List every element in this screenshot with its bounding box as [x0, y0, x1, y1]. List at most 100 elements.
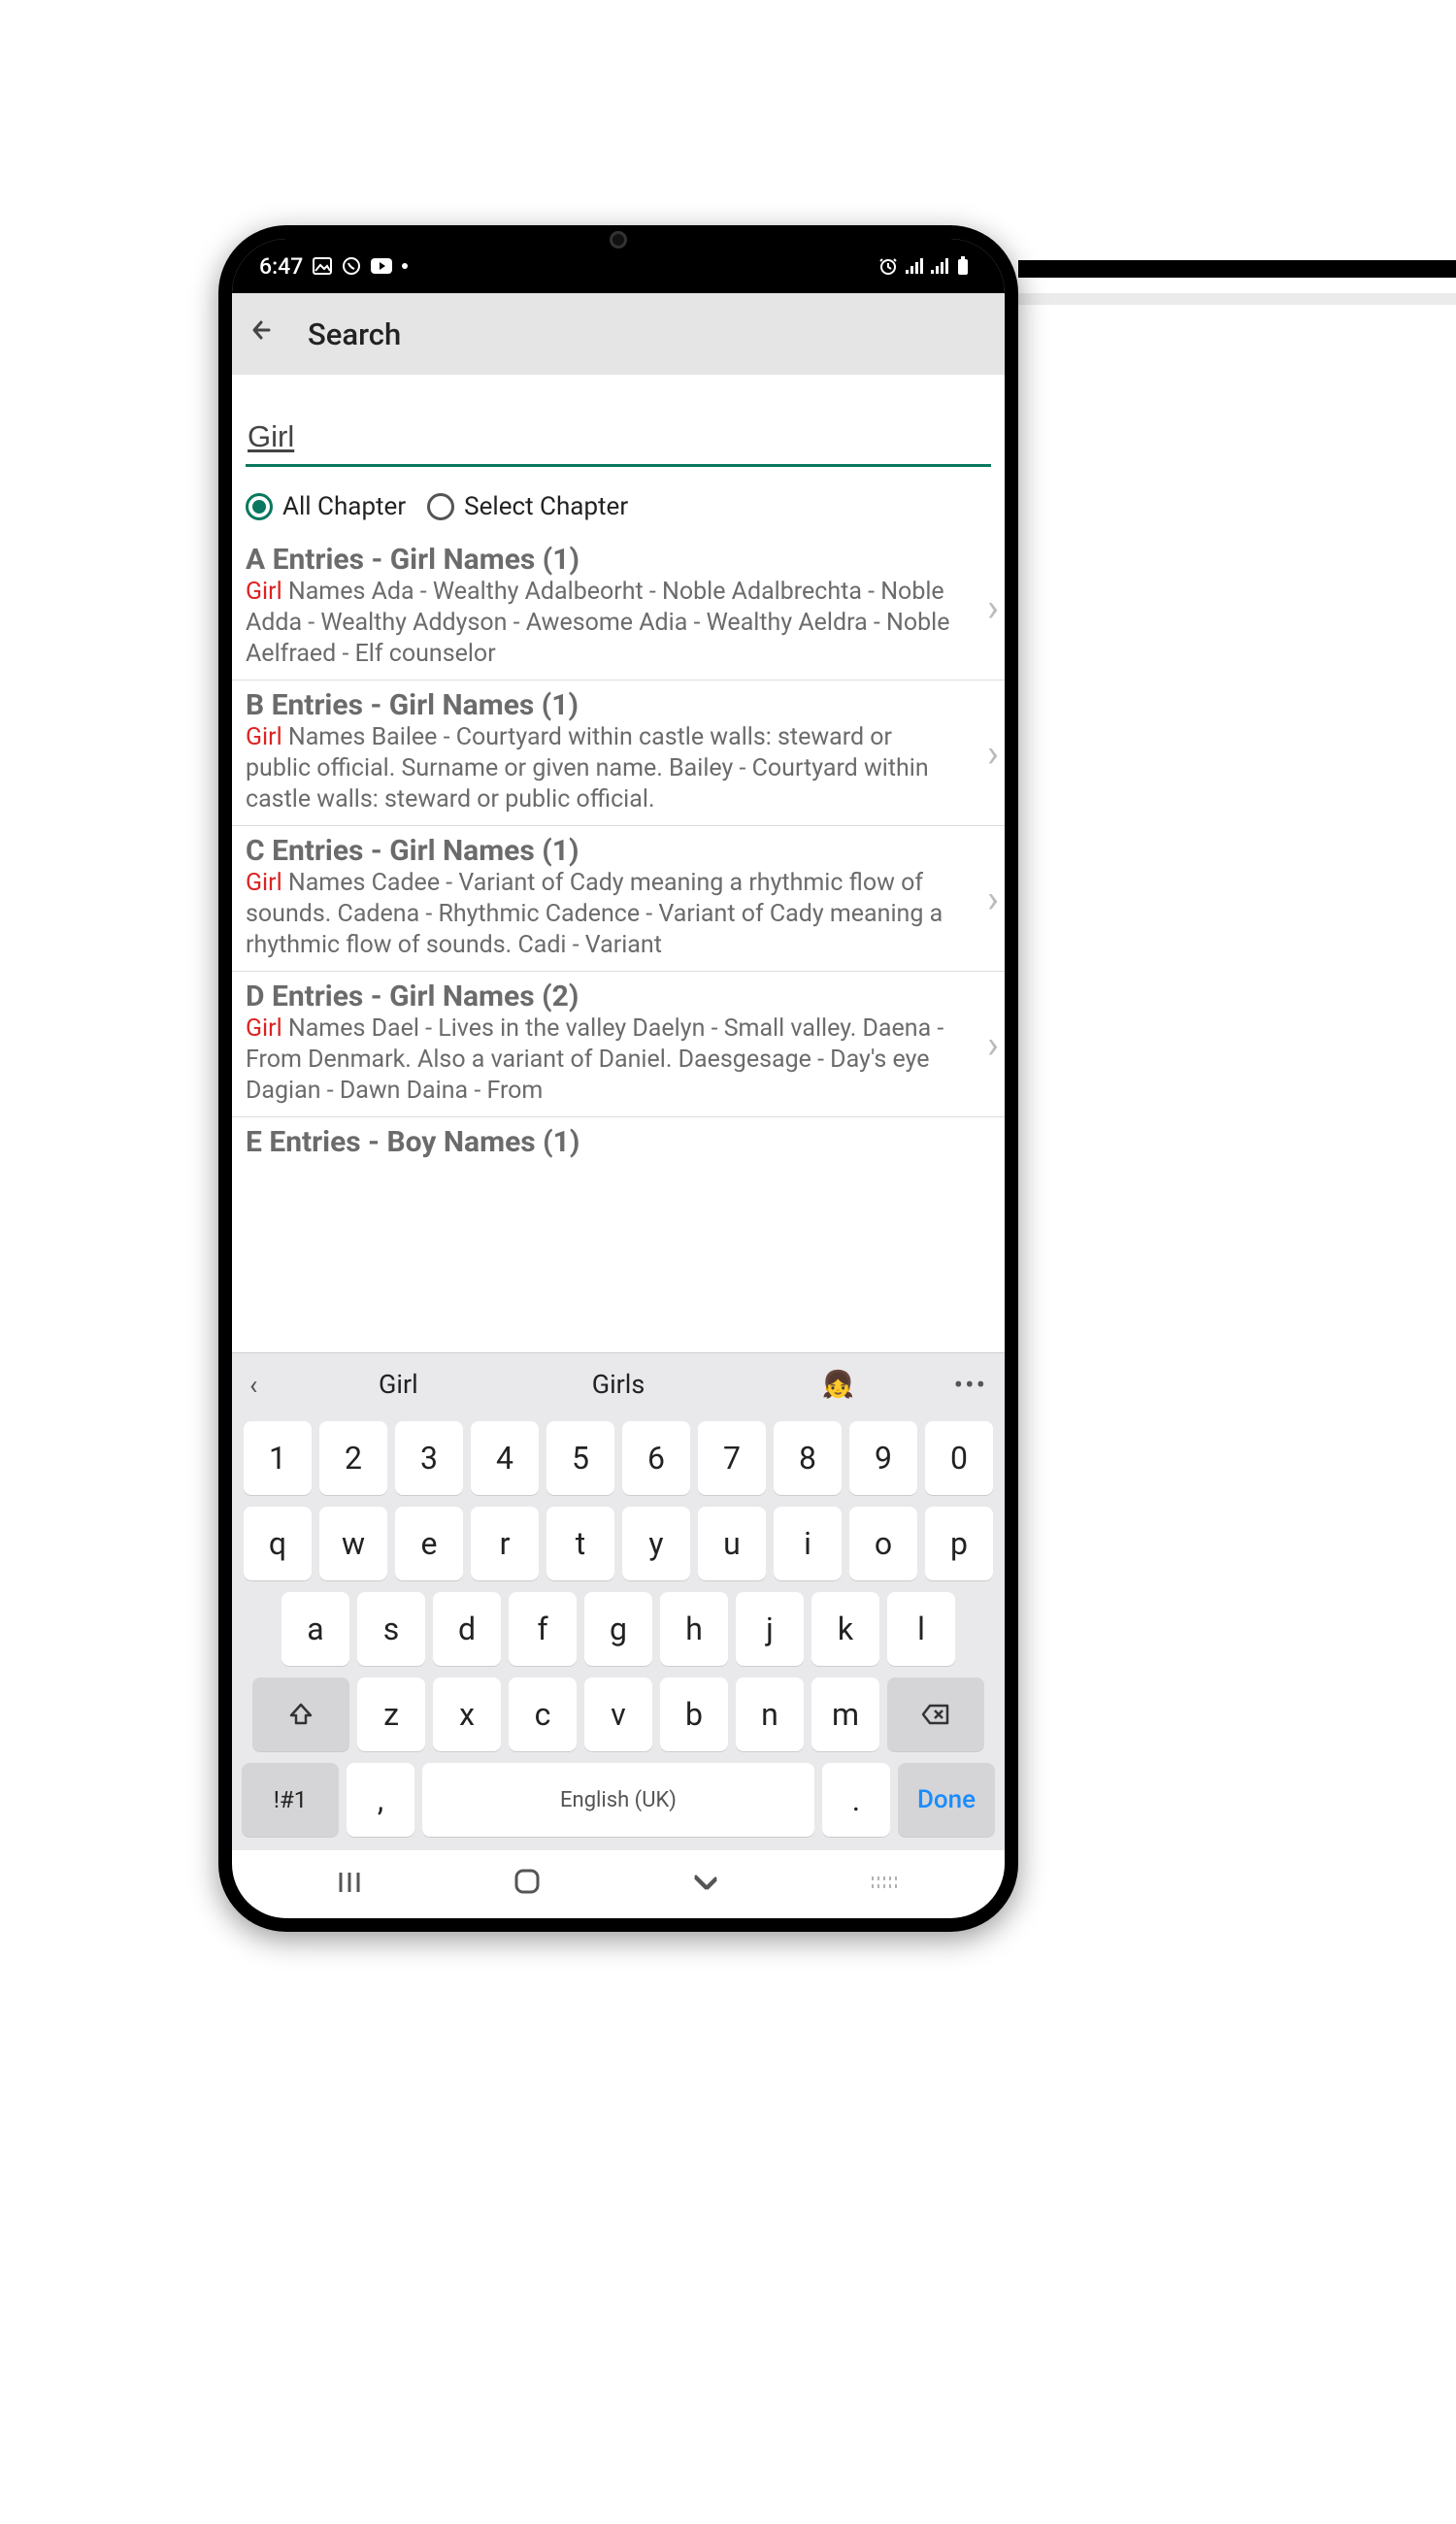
chevron-right-icon: ›: [987, 876, 999, 921]
chevron-right-icon: ›: [987, 730, 999, 776]
keyboard-row-3: a s d f g h j k l: [232, 1586, 1005, 1672]
key-p[interactable]: p: [925, 1507, 993, 1580]
key-g[interactable]: g: [584, 1592, 652, 1666]
keyboard-row-1: 1 2 3 4 5 6 7 8 9 0: [232, 1415, 1005, 1501]
key-4[interactable]: 4: [471, 1421, 539, 1495]
shift-icon: [288, 1702, 314, 1727]
key-q[interactable]: q: [244, 1507, 312, 1580]
search-results: A Entries - Girl Names (1) Girl Names Ad…: [232, 535, 1005, 1352]
status-time: 6:47: [259, 253, 303, 280]
key-symbols[interactable]: !#1: [242, 1763, 339, 1837]
key-done[interactable]: Done: [898, 1763, 995, 1837]
key-shift[interactable]: [252, 1677, 349, 1751]
key-l[interactable]: l: [887, 1592, 955, 1666]
key-t[interactable]: t: [546, 1507, 614, 1580]
key-7[interactable]: 7: [698, 1421, 766, 1495]
result-item[interactable]: B Entries - Girl Names (1) Girl Names Ba…: [232, 681, 1005, 826]
battery-icon: [956, 256, 970, 276]
keyboard-row-5: !#1 , English (UK) . Done: [232, 1757, 1005, 1843]
key-b[interactable]: b: [660, 1677, 728, 1751]
keyboard: ‹ Girl Girls 👧 ••• 1 2 3 4 5 6 7 8 9 0 q…: [232, 1352, 1005, 1850]
result-title: C Entries - Girl Names (1): [246, 834, 991, 868]
key-w[interactable]: w: [319, 1507, 387, 1580]
signal-icon-2: [931, 258, 948, 274]
alarm-icon: [878, 256, 898, 276]
chapter-filter-row: All Chapter Select Chapter: [232, 467, 1005, 535]
whatsapp-icon: [342, 256, 361, 276]
youtube-icon: [371, 258, 392, 274]
key-k[interactable]: k: [811, 1592, 879, 1666]
chevron-right-icon: ›: [987, 1021, 999, 1067]
result-title: A Entries - Girl Names (1): [246, 543, 991, 577]
key-backspace[interactable]: [887, 1677, 984, 1751]
chevron-right-icon: ›: [987, 584, 999, 630]
decorative-cable-shadow: [1018, 293, 1456, 305]
key-v[interactable]: v: [584, 1677, 652, 1751]
key-u[interactable]: u: [698, 1507, 766, 1580]
keyboard-row-2: q w e r t y u i o p: [232, 1501, 1005, 1586]
page-title: Search: [308, 316, 401, 352]
key-h[interactable]: h: [660, 1592, 728, 1666]
result-item[interactable]: C Entries - Girl Names (1) Girl Names Ca…: [232, 826, 1005, 972]
phone-screen: 6:47: [232, 239, 1005, 1918]
key-1[interactable]: 1: [244, 1421, 312, 1495]
status-right: [878, 256, 970, 276]
key-i[interactable]: i: [774, 1507, 842, 1580]
nav-recents-icon[interactable]: [337, 1869, 362, 1901]
keyboard-row-4: z x c v b n m: [232, 1672, 1005, 1757]
key-m[interactable]: m: [811, 1677, 879, 1751]
result-snippet: Girl Names Bailee - Courtyard within cas…: [246, 722, 991, 815]
suggestion-1[interactable]: Girl: [288, 1369, 509, 1400]
key-c[interactable]: c: [509, 1677, 577, 1751]
result-item[interactable]: A Entries - Girl Names (1) Girl Names Ad…: [232, 535, 1005, 681]
key-f[interactable]: f: [509, 1592, 577, 1666]
key-2[interactable]: 2: [319, 1421, 387, 1495]
key-8[interactable]: 8: [774, 1421, 842, 1495]
app-header: Search: [232, 293, 1005, 375]
key-z[interactable]: z: [357, 1677, 425, 1751]
radio-select-chapter[interactable]: [427, 493, 454, 520]
phone-frame: 6:47: [218, 225, 1018, 1932]
key-6[interactable]: 6: [622, 1421, 690, 1495]
search-input[interactable]: [246, 414, 991, 467]
result-item[interactable]: D Entries - Girl Names (2) Girl Names Da…: [232, 972, 1005, 1117]
highlight: Girl: [246, 869, 282, 897]
search-area: [232, 375, 1005, 467]
suggestion-back-icon[interactable]: ‹: [249, 1369, 288, 1401]
result-snippet: Girl Names Ada - Wealthy Adalbeorht - No…: [246, 577, 991, 670]
key-d[interactable]: d: [433, 1592, 501, 1666]
nav-back-icon[interactable]: [692, 1869, 719, 1901]
suggestion-bar: ‹ Girl Girls 👧 •••: [232, 1353, 1005, 1415]
suggestion-2[interactable]: Girls: [509, 1369, 729, 1400]
key-e[interactable]: e: [395, 1507, 463, 1580]
suggestion-3[interactable]: 👧: [728, 1369, 948, 1400]
back-button[interactable]: [249, 316, 277, 351]
radio-all-chapter[interactable]: [246, 493, 273, 520]
key-n[interactable]: n: [736, 1677, 804, 1751]
key-r[interactable]: r: [471, 1507, 539, 1580]
status-dot-icon: [402, 263, 408, 269]
nav-home-icon[interactable]: [513, 1868, 541, 1902]
key-9[interactable]: 9: [849, 1421, 917, 1495]
suggestion-more-icon[interactable]: •••: [948, 1369, 987, 1401]
key-y[interactable]: y: [622, 1507, 690, 1580]
key-comma[interactable]: ,: [347, 1763, 414, 1837]
backspace-icon: [921, 1704, 950, 1725]
highlight: Girl: [246, 578, 282, 606]
key-period[interactable]: .: [822, 1763, 890, 1837]
key-x[interactable]: x: [433, 1677, 501, 1751]
key-j[interactable]: j: [736, 1592, 804, 1666]
nav-keyboard-toggle-icon[interactable]: [871, 1869, 900, 1901]
highlight: Girl: [246, 1014, 282, 1043]
image-icon: [313, 257, 332, 275]
key-a[interactable]: a: [281, 1592, 349, 1666]
decorative-cable: [1018, 260, 1456, 278]
key-space[interactable]: English (UK): [422, 1763, 814, 1837]
highlight: Girl: [246, 723, 282, 751]
key-s[interactable]: s: [357, 1592, 425, 1666]
key-0[interactable]: 0: [925, 1421, 993, 1495]
key-5[interactable]: 5: [546, 1421, 614, 1495]
key-3[interactable]: 3: [395, 1421, 463, 1495]
key-o[interactable]: o: [849, 1507, 917, 1580]
status-left: 6:47: [259, 253, 408, 280]
